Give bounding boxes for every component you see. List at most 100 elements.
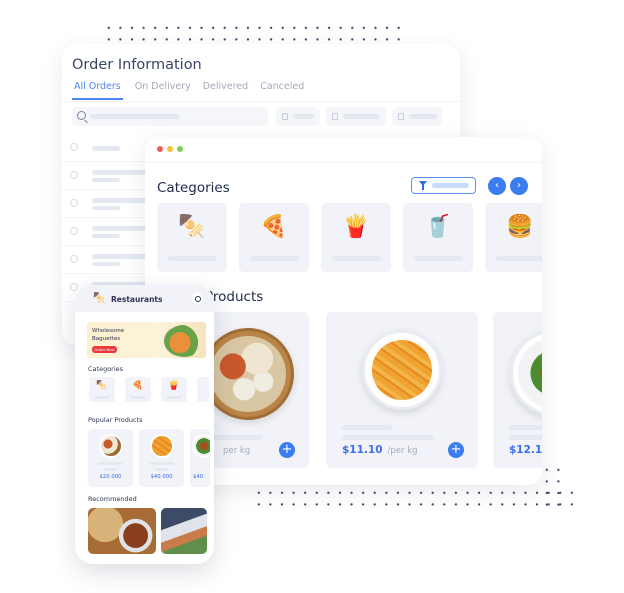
product-price: $40.000 [150, 474, 173, 480]
date-button[interactable] [326, 107, 386, 126]
date-label-placeholder [343, 114, 380, 119]
product-card[interactable]: $12.10 [493, 312, 542, 468]
search-icon [77, 111, 86, 120]
calendar-icon [332, 113, 338, 120]
product-desc-placeholder [342, 435, 434, 440]
order-now-button[interactable]: Order Now [92, 346, 117, 353]
product-image [362, 330, 442, 410]
product-price: $40. [193, 474, 205, 480]
product-image [202, 328, 295, 420]
pizza-icon: 🍕 [132, 381, 144, 391]
burger-plate-icon: 🍔 [506, 214, 534, 240]
category-label-placeholder [250, 256, 299, 261]
row-checkbox[interactable] [70, 199, 78, 207]
recommended-title: Recommended [88, 495, 137, 503]
restaurant-logo-icon: 🍢 [93, 293, 106, 304]
row-checkbox[interactable] [70, 171, 78, 179]
phone-category-list: 🍢 🍕 🍟 [89, 377, 209, 402]
add-to-cart-button[interactable]: + [279, 442, 295, 458]
popular-product-card[interactable]: $40.000 [139, 429, 184, 487]
popular-products-list: $20.000 $40.000 $40. [88, 429, 210, 487]
product-price: $20.000 [99, 474, 122, 480]
phone-categories-title: Categories [88, 365, 124, 373]
product-image [149, 434, 174, 458]
order-search-input[interactable] [72, 107, 268, 126]
recommended-card[interactable] [161, 508, 207, 554]
maximize-dot-icon[interactable] [177, 146, 183, 152]
skewers-icon: 🍢 [178, 214, 206, 240]
add-to-cart-button[interactable]: + [448, 442, 464, 458]
product-price: $12.10 [509, 444, 542, 456]
order-tabs: All Orders On Delivery Delivered Cancele… [72, 81, 304, 100]
row-placeholder [92, 262, 120, 266]
row-placeholder [92, 254, 152, 259]
row-placeholder [92, 206, 120, 210]
phone-category-tile[interactable]: 🍟 [161, 377, 187, 402]
tab-delivered[interactable]: Delivered [203, 81, 248, 100]
sort-label-placeholder [293, 114, 314, 119]
tab-canceled[interactable]: Canceled [260, 81, 304, 100]
divider [62, 101, 460, 102]
tab-all-orders[interactable]: All Orders [72, 81, 123, 100]
row-checkbox[interactable] [70, 255, 78, 263]
close-dot-icon[interactable] [157, 146, 163, 152]
product-desc-placeholder [104, 468, 117, 471]
popular-product-card[interactable]: $40. [190, 429, 210, 487]
fries-icon: 🍟 [342, 214, 370, 240]
promo-banner[interactable]: Wholesome Baguettes Order Now [87, 322, 206, 358]
filter-icon [419, 181, 427, 190]
pizza-icon: 🍕 [260, 214, 288, 240]
popular-product-card[interactable]: $20.000 [88, 429, 133, 487]
sort-button[interactable] [276, 107, 320, 126]
tab-on-delivery[interactable]: On Delivery [135, 81, 191, 100]
phone-title: Restaurants [111, 295, 163, 304]
banner-food-image [164, 325, 204, 357]
sort-icon [282, 113, 288, 120]
price-value: $11.10 [342, 444, 383, 456]
window-controls [157, 146, 183, 152]
product-name-placeholder [98, 462, 123, 465]
next-button[interactable]: › [510, 177, 528, 195]
phone-category-tile[interactable]: 🍢 [89, 377, 115, 402]
product-name-placeholder [509, 425, 542, 430]
product-name-placeholder [342, 425, 392, 430]
phone-category-tile[interactable] [197, 377, 209, 402]
row-placeholder [92, 234, 120, 238]
row-checkbox[interactable] [70, 227, 78, 235]
minimize-dot-icon[interactable] [167, 146, 173, 152]
category-tile[interactable]: 🍔 [485, 203, 542, 272]
filter-button[interactable] [411, 177, 476, 194]
divider [145, 162, 542, 163]
product-card[interactable]: $11.10/per kg + [326, 312, 478, 468]
category-label-placeholder [496, 256, 542, 261]
search-icon[interactable] [192, 293, 203, 304]
row-placeholder [92, 170, 152, 175]
category-label-placeholder [332, 256, 381, 261]
decorative-dots-right [541, 464, 565, 510]
category-list: 🍢 🍕 🍟 🥤 🍔 [157, 203, 542, 272]
phone-category-tile[interactable]: 🍕 [125, 377, 151, 402]
product-desc-placeholder [155, 468, 168, 471]
soda-burger-icon: 🥤 [424, 214, 452, 240]
select-all-checkbox[interactable] [70, 143, 78, 151]
product-name-placeholder [149, 462, 174, 465]
category-tile[interactable]: 🍕 [239, 203, 309, 272]
product-unit: per kg [223, 446, 251, 456]
decorative-dots-bottom [253, 487, 573, 511]
banner-text: Wholesome Baguettes [92, 328, 125, 342]
categories-title: Categories [157, 180, 230, 196]
recommended-card[interactable] [88, 508, 156, 554]
product-image [510, 330, 542, 416]
category-tile[interactable]: 🍟 [321, 203, 391, 272]
product-image [98, 434, 123, 458]
fries-icon: 🍟 [168, 381, 180, 391]
prev-button[interactable]: ‹ [488, 177, 506, 195]
skewers-icon: 🍢 [96, 381, 108, 391]
filter-label-placeholder [432, 183, 469, 188]
export-button[interactable] [392, 107, 442, 126]
row-placeholder [92, 226, 152, 231]
order-title: Order Information [72, 57, 202, 73]
category-tile[interactable]: 🥤 [403, 203, 473, 272]
category-tile[interactable]: 🍢 [157, 203, 227, 272]
product-image [192, 434, 210, 458]
